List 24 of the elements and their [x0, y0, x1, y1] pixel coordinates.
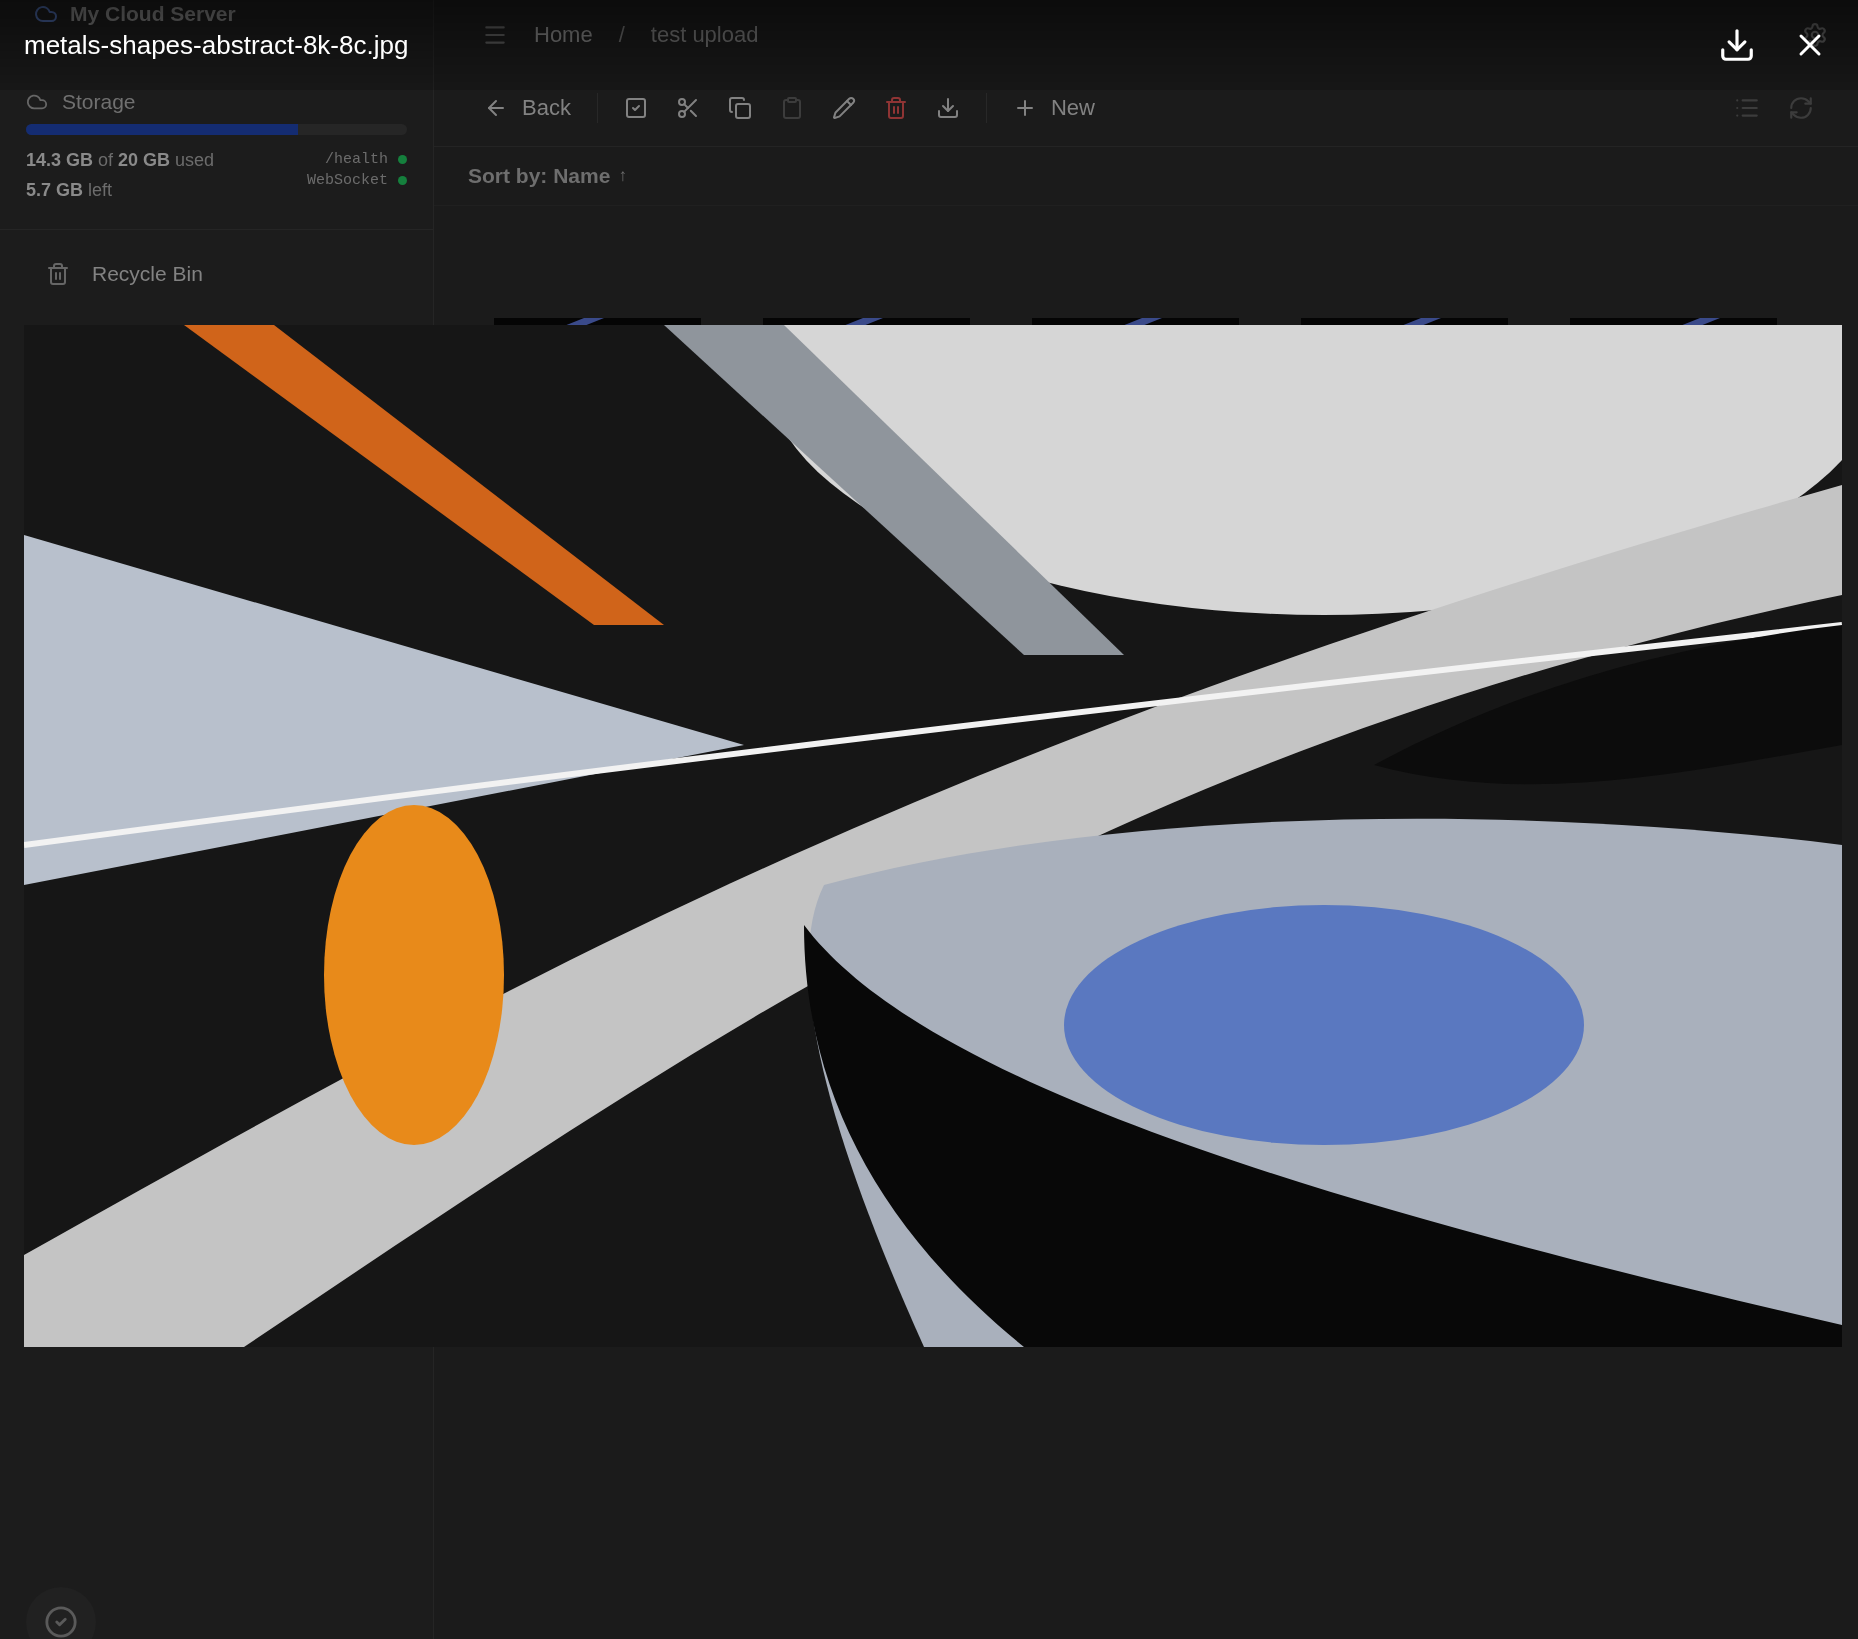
- scissors-icon: [675, 96, 700, 120]
- download-icon: [1718, 26, 1756, 64]
- status-label: WebSocket: [307, 171, 388, 191]
- breadcrumb-separator: /: [618, 22, 625, 48]
- storage-used-text: 14.3 GB of 20 GB used: [26, 149, 215, 172]
- viewer-filename: metals-shapes-abstract-8k-8c.jpg: [24, 29, 409, 61]
- status-label: /health: [325, 150, 388, 170]
- copy-icon: [727, 96, 752, 120]
- trash-icon: [46, 262, 70, 286]
- trash-icon: [883, 96, 908, 120]
- checkbox-icon: [623, 96, 648, 120]
- back-button[interactable]: Back: [470, 87, 585, 129]
- settings-icon[interactable]: [1802, 22, 1828, 48]
- sort-button[interactable]: Sort by: Name ↑: [462, 163, 633, 189]
- pencil-icon: [831, 96, 856, 120]
- download-icon: [935, 96, 960, 120]
- check-circle-icon: [44, 1605, 78, 1639]
- status-button[interactable]: [26, 1587, 96, 1639]
- sidebar-item[interactable]: Recycle Bin: [0, 242, 433, 306]
- new-button[interactable]: New: [998, 87, 1109, 129]
- refresh-icon: [1788, 95, 1814, 121]
- storage-left-text: 5.7 GB left: [26, 179, 114, 202]
- breadcrumb-item[interactable]: Home: [534, 22, 593, 48]
- storage-label: Storage: [62, 90, 136, 114]
